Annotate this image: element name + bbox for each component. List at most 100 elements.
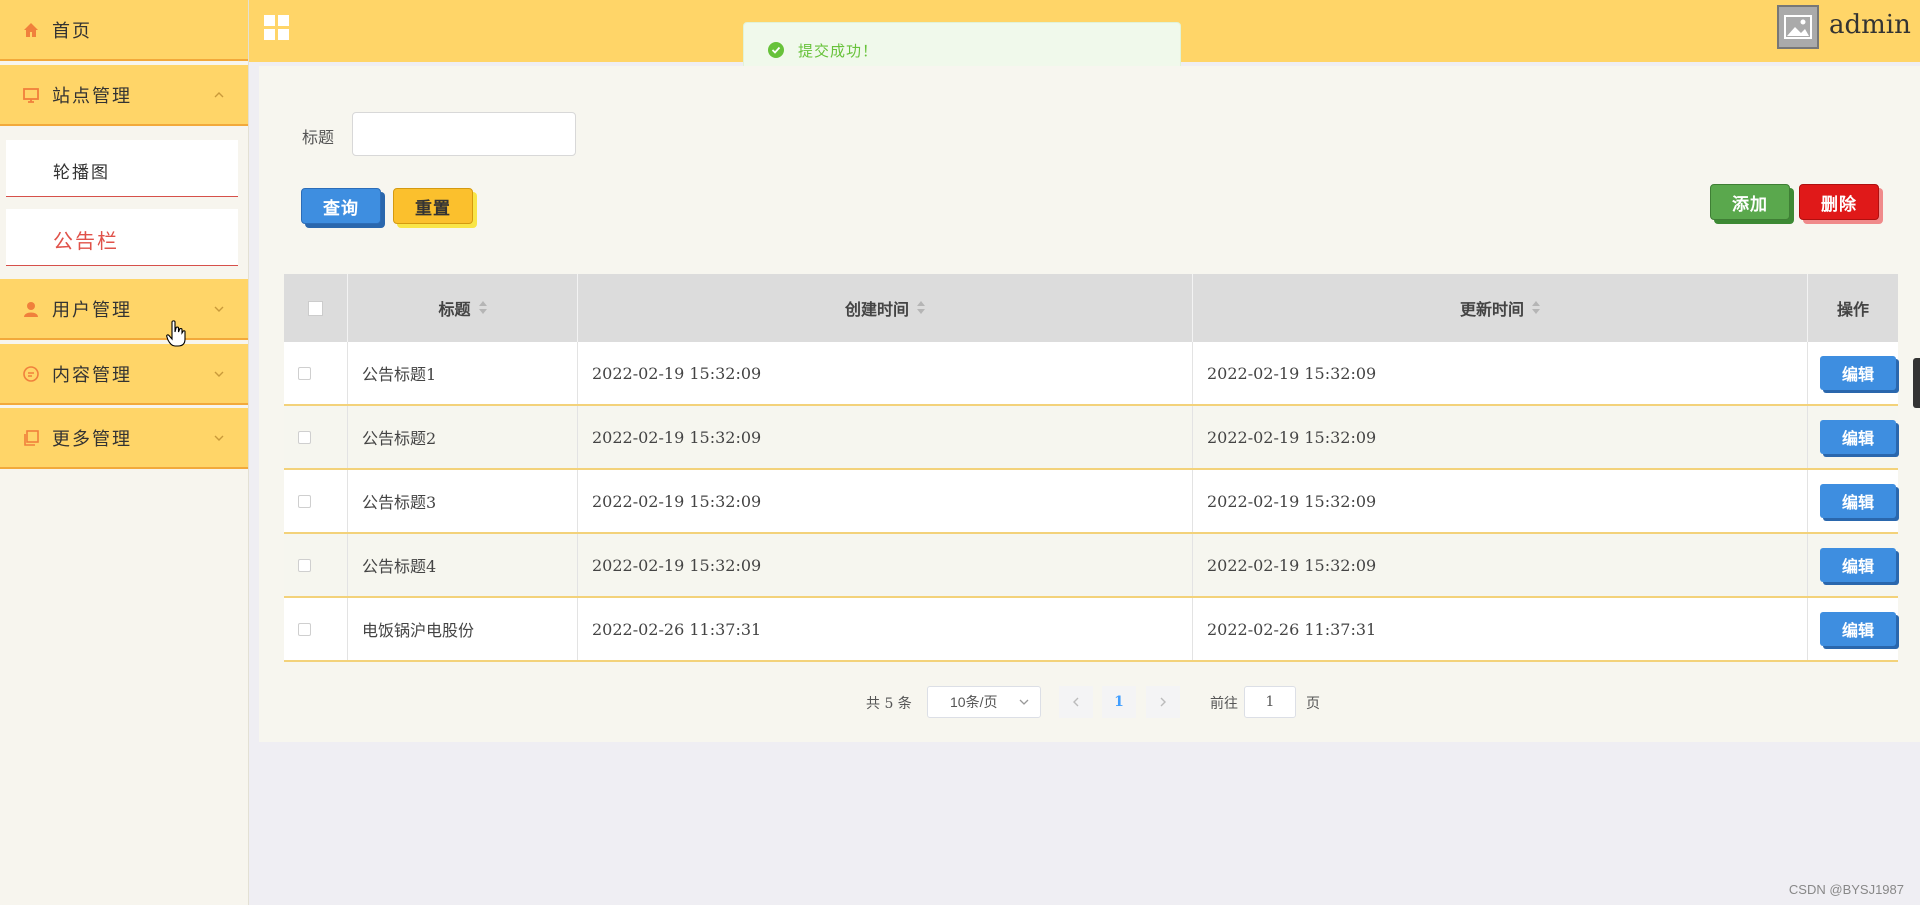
- chevron-down-icon: [212, 302, 226, 316]
- cell-updated: 2022-02-19 15:32:09: [1193, 342, 1808, 404]
- column-header-label: 创建时间: [844, 300, 909, 319]
- cell-text: 2022-02-19 15:32:09: [592, 555, 762, 575]
- cell-text: 2022-02-19 15:32:09: [592, 491, 762, 511]
- chevron-up-icon: [212, 88, 226, 102]
- row-actions-cell: 编辑: [1808, 406, 1898, 468]
- table-row: 电饭锅沪电股份 2022-02-26 11:37:31 2022-02-26 11:…: [284, 598, 1898, 662]
- sort-icon[interactable]: [1532, 301, 1540, 315]
- cell-title: 公告标题3: [348, 470, 578, 532]
- column-header-updated[interactable]: 更新时间: [1193, 274, 1808, 342]
- delete-button[interactable]: 删除: [1799, 184, 1879, 220]
- prev-page-button[interactable]: [1059, 686, 1093, 718]
- cell-text: 2022-02-26 11:37:31: [1207, 619, 1377, 639]
- reset-button[interactable]: 重置: [393, 188, 473, 224]
- cell-created: 2022-02-19 15:32:09: [578, 406, 1193, 468]
- goto-page-input[interactable]: 1: [1244, 686, 1296, 718]
- column-header-created[interactable]: 创建时间: [578, 274, 1193, 342]
- sidebar-subitem-bulletin[interactable]: 公告栏: [6, 209, 238, 266]
- user-icon: [22, 300, 40, 318]
- title-search-input[interactable]: [352, 112, 576, 156]
- table-header: 标题 创建时间 更新时间 操作: [284, 274, 1898, 342]
- cell-text: 2022-02-26 11:37:31: [592, 619, 762, 639]
- page-number-button[interactable]: 1: [1102, 686, 1136, 718]
- cell-text: 公告标题2: [362, 429, 437, 448]
- row-actions-cell: 编辑: [1808, 342, 1898, 404]
- row-select-cell: [284, 406, 348, 468]
- sidebar-subitem-label: 轮播图: [53, 163, 110, 183]
- sidebar-item-label: 首页: [52, 20, 92, 42]
- table-row: 公告标题1 2022-02-19 15:32:09 2022-02-19 15:32…: [284, 342, 1898, 406]
- page-size-value: 10条/页: [950, 694, 998, 710]
- sidebar-item-home[interactable]: 首页: [0, 0, 248, 61]
- watermark: CSDN @BYSJ1987: [1788, 882, 1904, 897]
- current-page-number: 1: [1114, 694, 1124, 710]
- toast-message: 提交成功！: [798, 42, 879, 60]
- cell-text: 2022-02-19 15:32:09: [1207, 491, 1377, 511]
- sidebar-item-user-management[interactable]: 用户管理: [0, 279, 248, 340]
- table-row: 公告标题3 2022-02-19 15:32:09 2022-02-19 15:32…: [284, 470, 1898, 534]
- cell-created: 2022-02-19 15:32:09: [578, 470, 1193, 532]
- select-all-checkbox[interactable]: [308, 300, 323, 316]
- chevron-down-icon: [212, 367, 226, 381]
- copy-icon: [22, 429, 40, 447]
- sidebar-item-site-management[interactable]: 站点管理: [0, 65, 248, 126]
- edit-button[interactable]: 编辑: [1820, 612, 1896, 646]
- cell-created: 2022-02-19 15:32:09: [578, 534, 1193, 596]
- table-row: 公告标题4 2022-02-19 15:32:09 2022-02-19 15:32…: [284, 534, 1898, 598]
- cell-updated: 2022-02-19 15:32:09: [1193, 470, 1808, 532]
- cell-text: 2022-02-19 15:32:09: [592, 363, 762, 383]
- sidebar-item-label: 站点管理: [52, 85, 132, 107]
- home-icon: [22, 21, 40, 39]
- cell-text: 电饭锅沪电股份: [362, 621, 475, 640]
- cell-created: 2022-02-19 15:32:09: [578, 342, 1193, 404]
- cell-updated: 2022-02-19 15:32:09: [1193, 534, 1808, 596]
- edit-button[interactable]: 编辑: [1820, 420, 1896, 454]
- avatar[interactable]: [1777, 5, 1819, 49]
- cell-created: 2022-02-26 11:37:31: [578, 598, 1193, 660]
- cell-text: 公告标题4: [362, 557, 437, 576]
- row-select-cell: [284, 598, 348, 660]
- chevron-right-icon: [1160, 697, 1166, 707]
- edit-button[interactable]: 编辑: [1820, 356, 1896, 390]
- grid-menu-icon[interactable]: [264, 15, 290, 41]
- row-checkbox[interactable]: [298, 558, 311, 572]
- cell-text: 2022-02-19 15:32:09: [592, 427, 762, 447]
- row-checkbox[interactable]: [298, 494, 311, 508]
- query-button[interactable]: 查询: [301, 188, 381, 224]
- scrollbar-handle[interactable]: [1913, 358, 1920, 408]
- next-page-button[interactable]: [1146, 686, 1180, 718]
- cell-text: 2022-02-19 15:32:09: [1207, 427, 1377, 447]
- sort-icon[interactable]: [478, 301, 487, 315]
- column-header-title[interactable]: 标题: [348, 274, 578, 342]
- row-checkbox[interactable]: [298, 622, 311, 636]
- row-select-cell: [284, 534, 348, 596]
- row-actions-cell: 编辑: [1808, 598, 1898, 660]
- page-size-select[interactable]: 10条/页: [927, 686, 1041, 718]
- pagination-total: 共 5 条: [866, 696, 912, 712]
- search-label: 标题: [302, 128, 335, 147]
- username[interactable]: admin: [1829, 10, 1911, 40]
- cell-text: 2022-02-19 15:32:09: [1207, 555, 1377, 575]
- cell-title: 公告标题1: [348, 342, 578, 404]
- row-checkbox[interactable]: [298, 366, 311, 380]
- edit-button[interactable]: 编辑: [1820, 548, 1896, 582]
- row-actions-cell: 编辑: [1808, 534, 1898, 596]
- cell-text: 2022-02-19 15:32:09: [1207, 363, 1377, 383]
- cell-text: 公告标题1: [362, 365, 437, 384]
- sort-icon[interactable]: [917, 301, 925, 315]
- sidebar-item-more-management[interactable]: 更多管理: [0, 408, 248, 469]
- column-header-actions: 操作: [1808, 274, 1898, 342]
- edit-button[interactable]: 编辑: [1820, 484, 1896, 518]
- sidebar-subitem-carousel[interactable]: 轮播图: [6, 140, 238, 197]
- cell-updated: 2022-02-19 15:32:09: [1193, 406, 1808, 468]
- chevron-left-icon: [1073, 697, 1079, 707]
- select-all-cell: [284, 274, 348, 342]
- hand-cursor-icon: [166, 320, 186, 348]
- sidebar-item-content-management[interactable]: 内容管理: [0, 344, 248, 405]
- column-header-label: 更新时间: [1459, 300, 1524, 319]
- add-button[interactable]: 添加: [1710, 184, 1790, 220]
- sidebar: 首页 站点管理 轮播图 公告栏 用户管理 内容管理 更多管理: [0, 0, 249, 905]
- row-checkbox[interactable]: [298, 430, 311, 444]
- cell-updated: 2022-02-26 11:37:31: [1193, 598, 1808, 660]
- chevron-down-icon: [212, 431, 226, 445]
